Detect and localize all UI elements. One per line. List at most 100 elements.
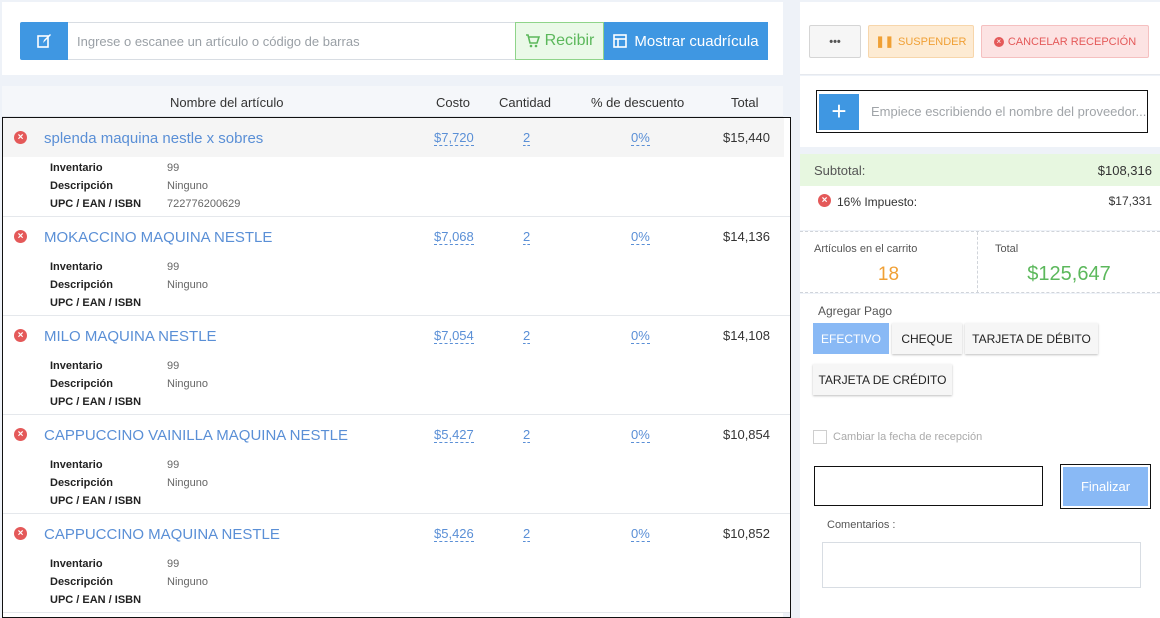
comments-textarea[interactable]: [822, 542, 1141, 588]
item-details: Inventario 99 Descripción Ninguno UPC / EA…: [50, 459, 208, 513]
upc-label: UPC / EAN / ISBN: [50, 396, 142, 408]
add-supplier-button[interactable]: +: [819, 93, 859, 130]
item-quantity[interactable]: 2: [523, 328, 531, 344]
description-value: Ninguno: [167, 477, 208, 489]
item-cost[interactable]: $5,426: [434, 526, 474, 542]
item-discount[interactable]: 0%: [631, 130, 650, 146]
payment-cash-button[interactable]: EFECTIVO: [813, 323, 889, 354]
suspend-label: SUSPENDER: [897, 35, 967, 48]
receive-label: Recibir: [544, 32, 595, 49]
more-label: •••: [829, 35, 841, 48]
cart-items-value: 18: [877, 264, 900, 285]
change-date-option: Cambiar la fecha de recepción: [813, 430, 982, 444]
search-panel: Recibir Mostrar cuadrícula: [2, 2, 783, 75]
payment-amount-input[interactable]: [814, 466, 1043, 506]
change-date-checkbox[interactable]: [813, 430, 827, 444]
inventory-value: 99: [167, 558, 180, 570]
payment-check-button[interactable]: CHEQUE: [892, 323, 962, 354]
table-header: Nombre del artículo Costo Cantidad % de …: [2, 86, 783, 117]
item-cost[interactable]: $7,720: [434, 130, 474, 146]
header-total: Total: [731, 95, 759, 110]
items-table: Nombre del artículo Costo Cantidad % de …: [2, 86, 791, 618]
item-quantity[interactable]: 2: [523, 427, 531, 443]
grid-icon: [613, 34, 628, 48]
plus-icon: +: [831, 96, 847, 126]
item-cost[interactable]: $5,427: [434, 427, 474, 443]
show-grid-button[interactable]: Mostrar cuadrícula: [604, 22, 768, 60]
description-label: Descripción: [50, 576, 113, 588]
finalize-button[interactable]: Finalizar: [1063, 467, 1148, 506]
item-discount[interactable]: 0%: [631, 427, 650, 443]
supplier-field: +: [816, 90, 1148, 133]
header-cost: Costo: [436, 95, 470, 110]
remove-item-icon[interactable]: ×: [14, 230, 27, 243]
table-row: × MOKACCINO MAQUINA NESTLE $7,068 2 0% $…: [3, 217, 790, 316]
table-row: × CAPPUCCINO VAINILLA MAQUINA NESTLE $5,…: [3, 415, 790, 514]
item-total: $14,136: [723, 229, 770, 244]
inventory-value: 99: [167, 459, 180, 471]
upc-value: 722776200629: [167, 198, 241, 210]
item-search-input[interactable]: [68, 22, 515, 60]
upc-label: UPC / EAN / ISBN: [50, 594, 142, 606]
payment-credit-card-button[interactable]: TARJETA DE CRÉDITO: [813, 364, 952, 395]
item-total: $10,852: [723, 526, 770, 541]
suspend-button[interactable]: ❚❚ SUSPENDER: [868, 25, 974, 58]
pause-icon: ❚❚: [875, 36, 894, 48]
item-discount[interactable]: 0%: [631, 328, 650, 344]
description-label: Descripción: [50, 279, 113, 291]
subtotal-value: $108,316: [1097, 163, 1152, 178]
tax-label: 16% Impuesto:: [837, 195, 918, 209]
item-details: Inventario 99 Descripción Ninguno UPC / EA…: [50, 261, 208, 315]
item-row-header: × CAPPUCCINO MAQUINA NESTLE $5,426 2 0% …: [3, 514, 784, 553]
item-cost[interactable]: $7,068: [434, 229, 474, 245]
item-discount[interactable]: 0%: [631, 229, 650, 245]
item-quantity[interactable]: 2: [523, 130, 531, 146]
item-name-link[interactable]: MILO MAQUINA NESTLE: [44, 328, 217, 345]
item-cost[interactable]: $7,054: [434, 328, 474, 344]
add-payment-label: Agregar Pago: [818, 304, 893, 318]
table-row: × CAPPUCCINO MAQUINA NESTLE $5,426 2 0% …: [3, 514, 790, 613]
description-label: Descripción: [50, 477, 113, 489]
item-name-link[interactable]: MOKACCINO MAQUINA NESTLE: [44, 229, 272, 246]
table-row: × MILO MAQUINA NESTLE $7,054 2 0% $14,10…: [3, 316, 790, 415]
description-label: Descripción: [50, 378, 113, 390]
item-name-link[interactable]: CAPPUCCINO MAQUINA NESTLE: [44, 526, 280, 543]
item-row-header: × MILO MAQUINA NESTLE $7,054 2 0% $14,10…: [3, 316, 784, 355]
item-row-header: × splenda maquina nestle x sobres $7,720…: [3, 118, 784, 157]
payment-debit-card-button[interactable]: TARJETA DE DÉBITO: [965, 323, 1098, 354]
description-value: Ninguno: [167, 576, 208, 588]
header-discount: % de descuento: [591, 95, 685, 110]
upc-label: UPC / EAN / ISBN: [50, 495, 142, 507]
item-details: Inventario 99 Descripción Ninguno UPC / EA…: [50, 558, 208, 612]
item-discount[interactable]: 0%: [631, 526, 650, 542]
item-total: $10,854: [723, 427, 770, 442]
item-row-header: × CAPPUCCINO VAINILLA MAQUINA NESTLE $5,…: [3, 415, 784, 454]
remove-item-icon[interactable]: ×: [14, 428, 27, 441]
table-row: × splenda maquina nestle x sobres $7,720…: [3, 118, 790, 217]
cancel-receiving-button[interactable]: × CANCELAR RECEPCIÓN: [981, 25, 1149, 58]
inventory-label: Inventario: [50, 558, 103, 570]
description-value: Ninguno: [167, 279, 208, 291]
edit-button[interactable]: [20, 22, 68, 60]
inventory-label: Inventario: [50, 261, 103, 273]
more-options-button[interactable]: •••: [809, 25, 861, 58]
header-name: Nombre del artículo: [170, 95, 284, 110]
item-quantity[interactable]: 2: [523, 229, 531, 245]
cart-items-label: Artículos en el carrito: [814, 243, 918, 255]
remove-item-icon[interactable]: ×: [14, 527, 27, 540]
receive-button[interactable]: Recibir: [515, 22, 604, 60]
inventory-value: 99: [167, 162, 180, 174]
payment-panel: Agregar Pago EFECTIVO CHEQUE TARJETA DE …: [800, 294, 1160, 618]
upc-label: UPC / EAN / ISBN: [50, 198, 142, 210]
item-name-link[interactable]: splenda maquina nestle x sobres: [44, 130, 263, 147]
remove-item-icon[interactable]: ×: [14, 131, 27, 144]
totals-panel: Artículos en el carrito 18 Total $125,64…: [800, 231, 1160, 293]
remove-tax-icon[interactable]: ×: [818, 194, 831, 207]
item-details: Inventario 99 Descripción Ninguno UPC / EA…: [50, 360, 208, 414]
item-name-link[interactable]: CAPPUCCINO VAINILLA MAQUINA NESTLE: [44, 427, 348, 444]
remove-item-icon[interactable]: ×: [14, 329, 27, 342]
supplier-search-input[interactable]: [859, 93, 1147, 130]
cancel-label: CANCELAR RECEPCIÓN: [1007, 35, 1137, 48]
item-quantity[interactable]: 2: [523, 526, 531, 542]
item-total: $15,440: [723, 130, 770, 145]
